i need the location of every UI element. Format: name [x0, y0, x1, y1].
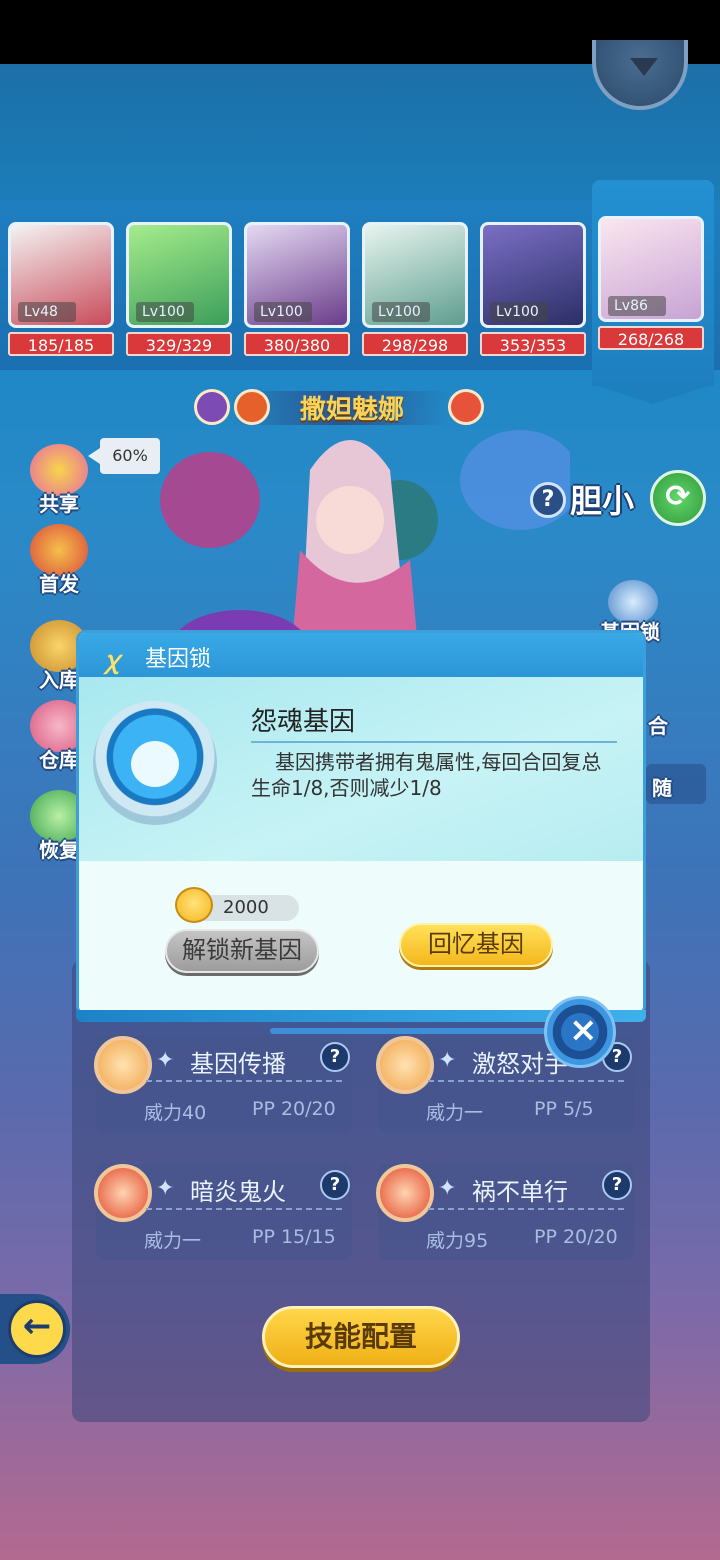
exp-percent-badge: 60% — [88, 438, 160, 474]
pet-hp: 268/268 — [598, 326, 704, 350]
dialog-title: 基因锁 — [145, 647, 212, 672]
team-pet-2[interactable]: Lv100 329/329 — [126, 222, 232, 358]
team-pet-5[interactable]: Lv100 353/353 — [480, 222, 586, 358]
gene-lock-dialog: ꭓ 基因锁 怨魂基因 基因携带者拥有鬼属性,每回合回复总生命1/8,否则减少1/… — [76, 630, 646, 1016]
follow-label: 随 — [652, 776, 672, 800]
divider — [251, 741, 617, 743]
skill-help-icon[interactable]: ? — [320, 1170, 350, 1200]
collapse-button[interactable] — [592, 40, 688, 110]
skill-name: 基因传播 — [190, 1050, 286, 1078]
team-pet-6-selected[interactable]: Lv86 268/268 — [598, 216, 704, 352]
game-screen: Lv48 185/185 Lv100 329/329 Lv100 380/380… — [0, 0, 720, 1560]
skill-config-button[interactable]: 技能配置 — [262, 1306, 460, 1368]
team-pet-3[interactable]: Lv100 380/380 — [244, 222, 350, 358]
exp-share-label: 共享 — [39, 492, 79, 516]
skill-name: 祸不单行 — [472, 1178, 568, 1206]
pet-hp: 185/185 — [8, 332, 114, 356]
team-pet-1[interactable]: Lv48 185/185 — [8, 222, 114, 358]
team-pet-4[interactable]: Lv100 298/298 — [362, 222, 468, 358]
skill-pp: PP 20/20 — [534, 1226, 618, 1248]
dialog-header: ꭓ 基因锁 — [79, 633, 643, 677]
trait-help-icon[interactable]: ? — [530, 482, 566, 518]
close-dialog-icon[interactable] — [544, 996, 616, 1068]
skill-pp: PP 20/20 — [252, 1098, 336, 1120]
skill-power: 威力95 — [426, 1230, 489, 1252]
first-slot-label: 首发 — [39, 572, 79, 596]
gene-info-section: 怨魂基因 基因携带者拥有鬼属性,每回合回复总生命1/8,否则减少1/8 — [79, 677, 643, 861]
skill-power: 威力一 — [144, 1230, 202, 1252]
skill-star-icon: ✦ — [156, 1048, 175, 1073]
pet-level: Lv100 — [254, 302, 312, 322]
skill-pp: PP 15/15 — [252, 1226, 336, 1248]
gene-logo-icon: ꭓ — [105, 646, 119, 674]
skill-icon — [94, 1164, 152, 1222]
exp-share-button[interactable]: 共享 — [24, 444, 94, 516]
divider — [428, 1080, 624, 1082]
recall-gene-button[interactable]: 回忆基因 — [399, 923, 553, 967]
pet-level: Lv86 — [608, 296, 666, 316]
divider — [146, 1208, 342, 1210]
skill-icon — [376, 1036, 434, 1094]
skill-name: 暗炎鬼火 — [190, 1178, 286, 1206]
skill-star-icon: ✦ — [438, 1176, 457, 1201]
pet-level: Lv100 — [490, 302, 548, 322]
pet-hp: 329/329 — [126, 332, 232, 356]
pet-level: Lv48 — [18, 302, 76, 322]
ghost-face-icon — [131, 741, 179, 787]
gene-name: 怨魂基因 — [251, 707, 356, 737]
skill-icon — [376, 1164, 434, 1222]
combine-label[interactable]: 合 — [648, 710, 668, 739]
skill-slot-3[interactable]: ✦ 暗炎鬼火 ? 威力一 PP 15/15 — [94, 1164, 352, 1260]
skill-slot-1[interactable]: ✦ 基因传播 ? 威力40 PP 20/20 — [94, 1036, 352, 1132]
follow-button[interactable]: 随 — [646, 764, 706, 804]
gene-description: 基因携带者拥有鬼属性,每回合回复总生命1/8,否则减少1/8 — [251, 750, 602, 800]
refresh-trait-icon[interactable]: ⟳ — [650, 470, 706, 526]
cat-coin-icon — [175, 887, 213, 923]
ghost-gene-icon — [93, 701, 217, 825]
skill-pp: PP 5/5 — [534, 1098, 594, 1120]
divider — [146, 1080, 342, 1082]
pet-hp: 298/298 — [362, 332, 468, 356]
first-slot-button[interactable]: 首发 — [24, 524, 94, 596]
trait-row: ? 胆小 ⟳ — [530, 470, 706, 526]
skill-help-icon[interactable]: ? — [602, 1170, 632, 1200]
unlock-new-gene-button[interactable]: 解锁新基因 — [165, 929, 319, 973]
skill-power: 威力40 — [144, 1102, 207, 1124]
pet-hp: 353/353 — [480, 332, 586, 356]
back-button[interactable] — [0, 1294, 70, 1364]
skill-slot-4[interactable]: ✦ 祸不单行 ? 威力95 PP 20/20 — [376, 1164, 634, 1260]
skill-help-icon[interactable]: ? — [320, 1042, 350, 1072]
trait-label: 胆小 — [570, 482, 635, 520]
gene-actions: 2000 解锁新基因 回忆基因 — [79, 861, 643, 1013]
pet-level: Lv100 — [372, 302, 430, 322]
pet-level: Lv100 — [136, 302, 194, 322]
divider — [428, 1208, 624, 1210]
pet-hp: 380/380 — [244, 332, 350, 356]
dialog-footer-strip — [270, 1028, 560, 1034]
skill-power: 威力一 — [426, 1102, 484, 1124]
skill-icon — [94, 1036, 152, 1094]
skill-star-icon: ✦ — [156, 1176, 175, 1201]
skill-star-icon: ✦ — [438, 1048, 457, 1073]
